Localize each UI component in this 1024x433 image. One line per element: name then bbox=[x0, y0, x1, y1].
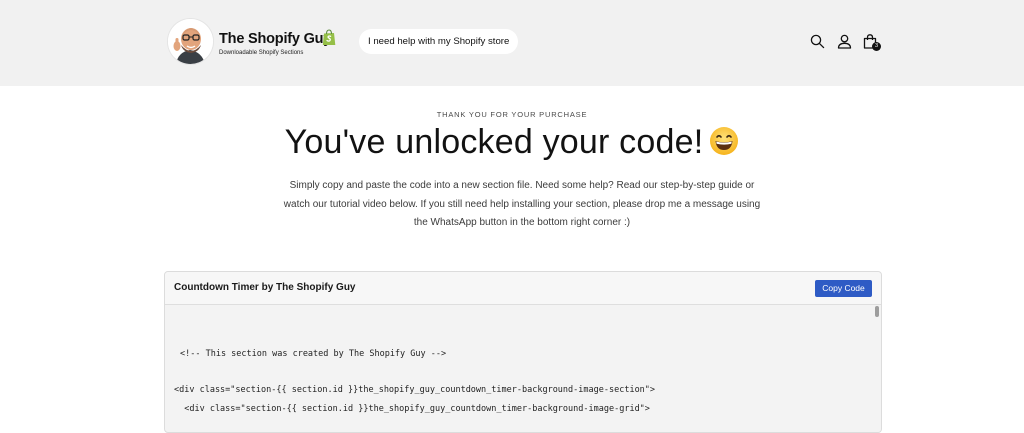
code-scrollbar[interactable] bbox=[873, 305, 881, 432]
grinning-face-icon bbox=[710, 127, 739, 156]
code-card-header: Countdown Timer by The Shopify Guy Copy … bbox=[165, 272, 881, 305]
code-line: <!-- This section was created by The Sho… bbox=[180, 349, 447, 359]
code-line: <div class="section-{{ section.id }}the_… bbox=[174, 385, 656, 395]
code-textarea[interactable]: <!-- This section was created by The Sho… bbox=[165, 305, 881, 432]
memoji-avatar-icon bbox=[168, 19, 213, 64]
search-icon[interactable] bbox=[810, 34, 825, 49]
shopify-bag-icon bbox=[322, 29, 336, 45]
brand-tagline: Downloadable Shopify Sections bbox=[219, 50, 304, 56]
help-pill-button[interactable]: I need help with my Shopify store bbox=[359, 29, 519, 54]
logo-avatar[interactable] bbox=[168, 19, 213, 64]
code-line: <div class="section-{{ section.id }}the_… bbox=[174, 404, 650, 414]
brand-name[interactable]: The Shopify Guy bbox=[219, 31, 331, 47]
site-header: The Shopify Guy Downloadable Shopify Sec… bbox=[0, 0, 1024, 86]
hero-title: You've unlocked your code! bbox=[0, 123, 1024, 162]
cart-count-badge: 3 bbox=[872, 42, 881, 51]
scrollbar-thumb[interactable] bbox=[875, 306, 879, 317]
thank-you-eyebrow: THANK YOU FOR YOUR PURCHASE bbox=[436, 110, 588, 119]
hero-description: Simply copy and paste the code into a ne… bbox=[283, 180, 761, 228]
code-card: Countdown Timer by The Shopify Guy Copy … bbox=[164, 271, 882, 433]
copy-code-button[interactable]: Copy Code bbox=[815, 280, 872, 297]
account-icon[interactable] bbox=[837, 34, 852, 49]
code-card-title: Countdown Timer by The Shopify Guy bbox=[174, 282, 356, 293]
hero-title-text: You've unlocked your code! bbox=[284, 123, 704, 161]
